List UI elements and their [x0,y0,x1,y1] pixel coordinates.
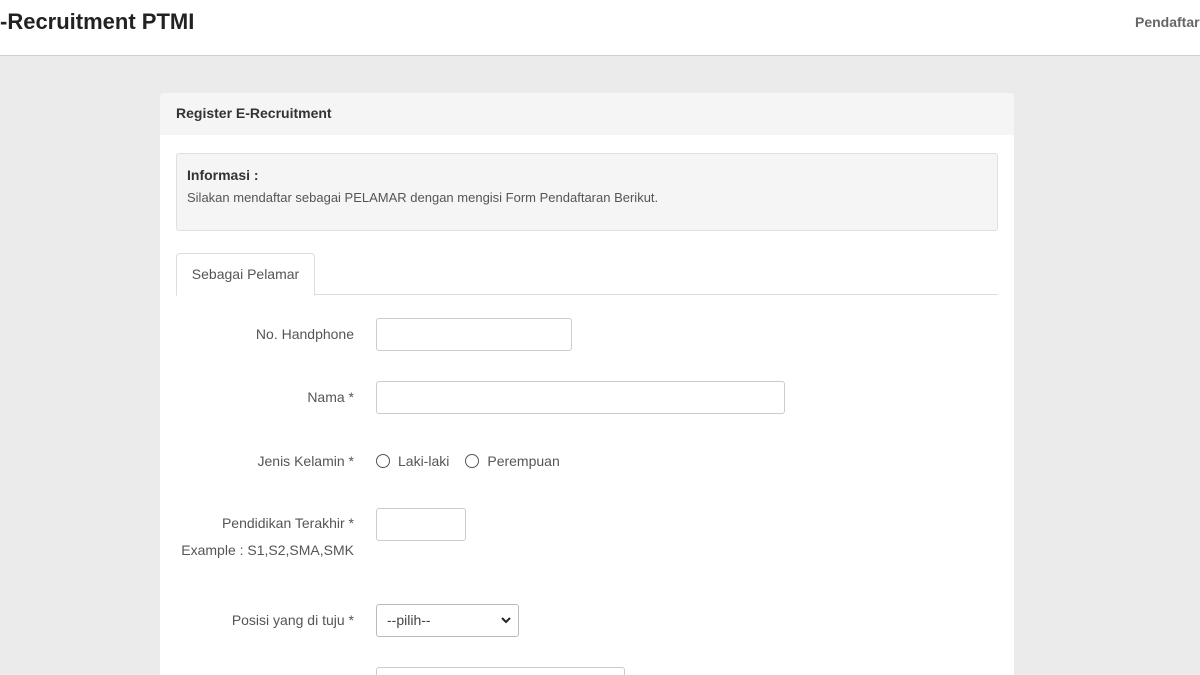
radio-perempuan-label[interactable]: Perempuan [487,453,559,469]
name-input[interactable] [376,381,785,414]
name-label: Nama * [307,389,354,405]
next-field-input[interactable] [376,667,625,675]
app-brand[interactable]: -Recruitment PTMI [0,9,194,35]
nav-link-pendaftaran[interactable]: Pendaftar [1135,14,1200,30]
radio-perempuan[interactable] [465,454,480,468]
info-alert: Informasi : Silakan mendaftar sebagai PE… [176,153,998,231]
position-select[interactable]: --pilih-- [376,604,519,637]
panel-title: Register E-Recruitment [176,105,332,121]
position-select-value: --pilih-- [387,612,431,628]
panel-heading: Register E-Recruitment [160,93,1014,135]
chevron-down-icon [500,605,512,648]
info-alert-text: Silakan mendaftar sebagai PELAMAR dengan… [187,190,659,205]
radio-laki-laki[interactable] [376,454,390,468]
phone-input[interactable] [376,318,572,351]
education-hint: Example : S1,S2,SMA,SMK [181,542,354,558]
radio-laki-laki-label[interactable]: Laki-laki [398,453,449,469]
tab-sebagai-pelamar[interactable]: Sebagai Pelamar [176,253,315,296]
education-label: Pendidikan Terakhir * [221,515,354,531]
info-alert-title: Informasi : [187,167,259,183]
gender-label: Jenis Kelamin * [257,453,355,469]
education-input[interactable] [376,508,466,541]
position-label: Posisi yang di tuju * [231,612,354,628]
register-panel: Register E-Recruitment Informasi : Silak… [160,93,1014,675]
gender-radio-group: Laki-laki Perempuan [376,453,576,469]
phone-label: No. Handphone [255,326,354,342]
form-tabs: Sebagai Pelamar [176,253,998,296]
top-navbar: -Recruitment PTMI Pendaftar [0,0,1200,56]
